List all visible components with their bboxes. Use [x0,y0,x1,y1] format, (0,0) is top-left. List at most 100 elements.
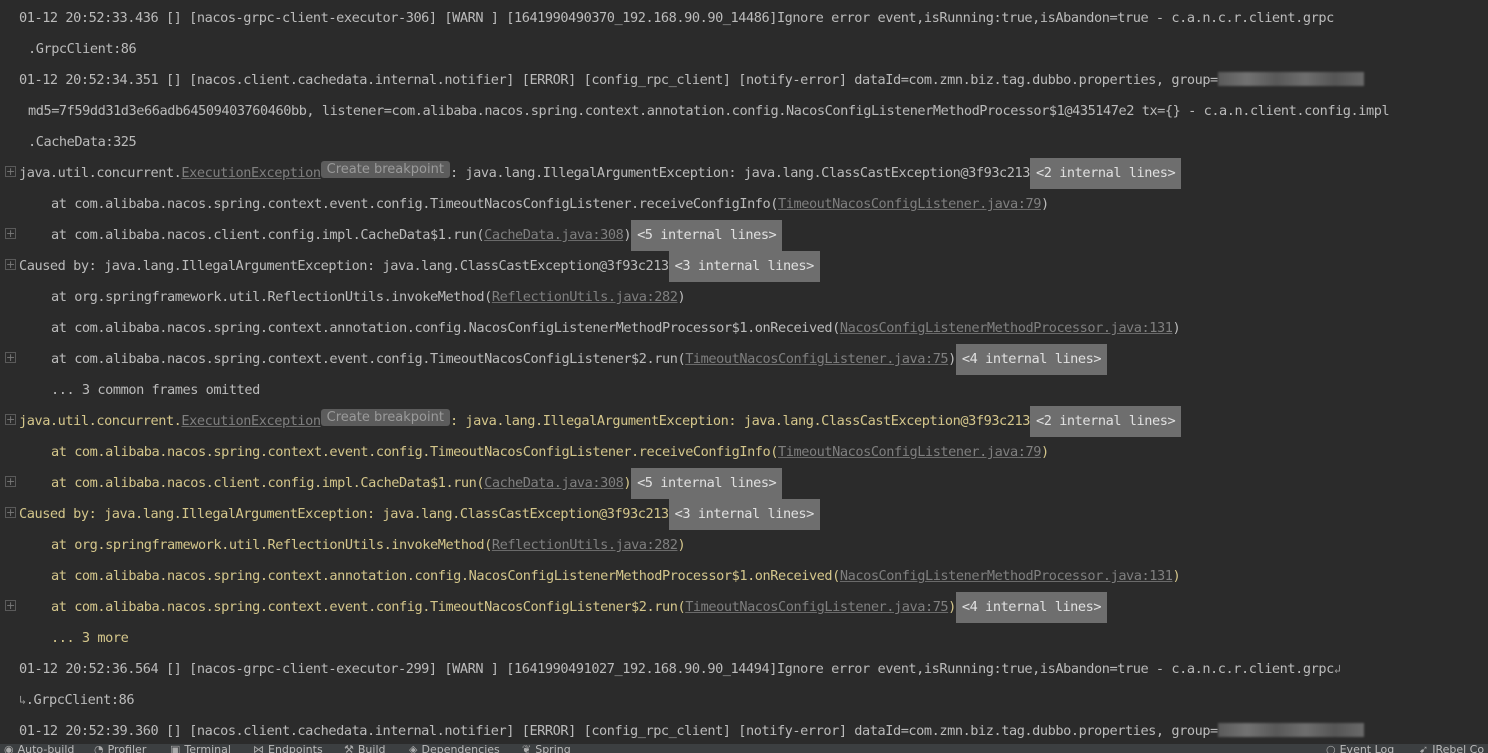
frame-text: ) [948,351,956,367]
tool-window-label: Dependencies [421,744,500,753]
frame-text: at com.alibaba.nacos.spring.context.even… [51,599,686,615]
internal-lines-badge[interactable]: <2 internal lines> [1030,158,1182,189]
frame-text: ) [1172,568,1181,584]
source-link[interactable]: TimeoutNacosConfigListener.java:79 [778,196,1041,212]
dependencies-icon: ◈ [409,744,418,753]
log-line: 01-12 20:52:33.436 [] [nacos-grpc-client… [0,3,1488,34]
fold-toggle-icon[interactable]: + [5,476,16,487]
fold-toggle-icon[interactable]: + [5,600,16,611]
log-line-continuation: md5=7f59dd31d3e66adb64509403760460bb, li… [0,96,1488,127]
log-text: md5=7f59dd31d3e66adb64509403760460bb, li… [28,103,1390,119]
jrebel-icon: ➹ [1419,744,1429,753]
tool-window-label: JRebel Co [1432,744,1485,753]
log-line-continuation: .GrpcClient:86 [0,34,1488,65]
caused-by-text: Caused by: java.lang.IllegalArgumentExce… [19,506,669,522]
build-icon: ⚒ [344,744,354,753]
tool-window-dependencies[interactable]: ◈ Dependencies [409,744,500,753]
frame-text: ) [948,599,956,615]
stack-frame: at org.springframework.util.ReflectionUt… [0,282,1488,313]
spring-icon: ❦ [522,744,532,753]
fold-toggle-icon[interactable]: + [5,166,16,177]
create-breakpoint-button[interactable]: Create breakpoint [320,409,450,426]
log-text: 01-12 20:52:39.360 [] [nacos.client.cach… [19,723,1218,739]
auto-build-icon: ◉ [4,744,14,753]
frame-text: ) [1172,320,1181,336]
internal-lines-badge[interactable]: <2 internal lines> [1030,406,1182,437]
tool-window-event-log[interactable]: ○ Event Log [1326,744,1394,753]
log-line: 01-12 20:52:36.564 [] [nacos-grpc-client… [0,654,1488,685]
tool-window-label: Event Log [1339,744,1395,753]
profiler-icon: ◔ [94,744,104,753]
tool-window-endpoints[interactable]: ⋈ Endpoints [253,744,323,753]
frame-text: at com.alibaba.nacos.spring.context.even… [51,444,779,460]
exception-line: + java.util.concurrent.ExecutionExceptio… [0,406,1488,437]
exception-class-link[interactable]: ExecutionException [181,165,321,181]
frame-text: ) [677,289,686,305]
tool-window-spring[interactable]: ❦ Spring [522,744,571,753]
internal-lines-badge[interactable]: <3 internal lines> [668,251,820,282]
internal-lines-badge[interactable]: <3 internal lines> [668,499,820,530]
log-line-continuation: ↳.GrpcClient:86 [0,685,1488,716]
create-breakpoint-button[interactable]: Create breakpoint [320,161,450,178]
internal-lines-badge[interactable]: <4 internal lines> [955,344,1108,375]
tool-window-terminal[interactable]: ▣ Terminal [170,744,231,753]
tool-window-label: Endpoints [268,744,323,753]
fold-toggle-icon[interactable]: + [5,228,16,239]
internal-lines-badge[interactable]: <5 internal lines> [631,468,783,499]
source-link[interactable]: CacheData.java:308 [484,227,624,243]
source-link[interactable]: NacosConfigListenerMethodProcessor.java:… [840,320,1173,336]
fold-toggle-icon[interactable]: + [5,507,16,518]
tool-window-bar: ◉ Auto-build ◔ Profiler ▣ Terminal ⋈ Endpoin… [0,744,1488,753]
source-link[interactable]: TimeoutNacosConfigListener.java:75 [685,351,948,367]
stack-frame: at com.alibaba.nacos.spring.context.anno… [0,561,1488,592]
tool-window-profiler[interactable]: ◔ Profiler [94,744,146,753]
tool-window-label: Profiler [107,744,147,753]
log-text: .GrpcClient:86 [28,41,137,57]
fold-toggle-icon[interactable]: + [5,414,16,425]
source-link[interactable]: ReflectionUtils.java:282 [492,289,678,305]
run-console[interactable]: 01-12 20:52:33.436 [] [nacos-grpc-client… [0,0,1488,744]
source-link[interactable]: ReflectionUtils.java:282 [492,537,678,553]
stack-frame: at com.alibaba.nacos.spring.context.even… [0,437,1488,468]
caused-by-line: + Caused by: java.lang.IllegalArgumentEx… [0,251,1488,282]
log-text: .GrpcClient:86 [25,692,135,708]
stack-frame: at com.alibaba.nacos.spring.context.anno… [0,313,1488,344]
log-text: 01-12 20:52:33.436 [] [nacos-grpc-client… [19,10,1334,26]
source-link[interactable]: CacheData.java:308 [484,475,624,491]
internal-lines-badge[interactable]: <5 internal lines> [631,220,783,251]
stack-frame: + at com.alibaba.nacos.spring.context.ev… [0,344,1488,375]
exception-class-link[interactable]: ExecutionException [181,413,321,429]
log-line-continuation: .CacheData:325 [0,127,1488,158]
stack-frame: at com.alibaba.nacos.spring.context.even… [0,189,1488,220]
source-link[interactable]: TimeoutNacosConfigListener.java:79 [778,444,1041,460]
log-text: 01-12 20:52:34.351 [] [nacos.client.cach… [19,72,1218,88]
tool-window-auto-build[interactable]: ◉ Auto-build [4,744,74,753]
endpoints-icon: ⋈ [253,744,264,753]
soft-wrap-icon: ↳ [19,693,26,707]
stack-frame: + at com.alibaba.nacos.client.config.imp… [0,468,1488,499]
stack-frame: + at com.alibaba.nacos.client.config.imp… [0,220,1488,251]
source-link[interactable]: TimeoutNacosConfigListener.java:75 [685,599,948,615]
soft-wrap-icon: ↲ [1333,662,1341,676]
frame-text: at org.springframework.util.ReflectionUt… [51,289,492,305]
source-link[interactable]: NacosConfigListenerMethodProcessor.java:… [840,568,1173,584]
exception-message: : java.lang.IllegalArgumentException: ja… [449,165,1031,181]
frame-text: at com.alibaba.nacos.spring.context.even… [51,351,686,367]
frame-text: ) [1040,196,1049,212]
tool-window-jrebel[interactable]: ➹ JRebel Co [1419,744,1484,753]
fold-toggle-icon[interactable]: + [5,259,16,270]
more-text: ... 3 more [51,630,129,646]
tool-window-build[interactable]: ⚒ Build [344,744,386,753]
internal-lines-badge[interactable]: <4 internal lines> [955,592,1108,623]
terminal-icon: ▣ [170,744,181,753]
caused-by-text: Caused by: java.lang.IllegalArgumentExce… [19,258,669,274]
stack-frame: + at com.alibaba.nacos.spring.context.ev… [0,592,1488,623]
exception-prefix: java.util.concurrent. [19,165,182,181]
log-text: .CacheData:325 [28,134,137,150]
exception-prefix: java.util.concurrent. [19,413,182,429]
caused-by-line: + Caused by: java.lang.IllegalArgumentEx… [0,499,1488,530]
tool-window-label: Build [357,744,386,753]
frame-text: at com.alibaba.nacos.spring.context.anno… [51,320,840,336]
frame-text: at org.springframework.util.ReflectionUt… [51,537,492,553]
fold-toggle-icon[interactable]: + [5,352,16,363]
